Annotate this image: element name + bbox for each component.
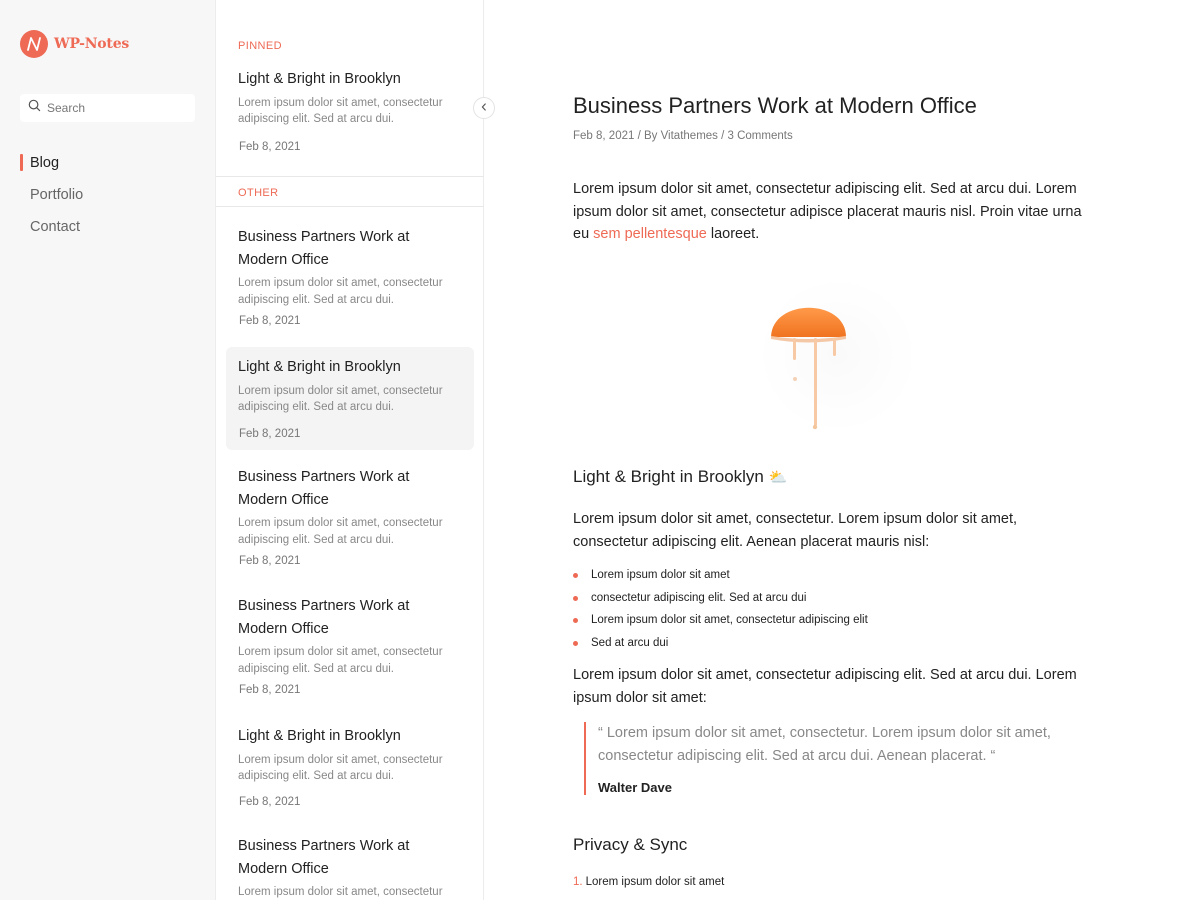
search-input[interactable]: [47, 101, 187, 115]
list-item-text: Lorem ipsum dolor sit amet: [585, 876, 725, 888]
list-item-date: Feb 8, 2021: [239, 141, 301, 153]
list-item[interactable]: Light & Bright in Brooklyn Lorem ipsum d…: [226, 68, 474, 168]
pinned-section-label: PINNED: [238, 40, 282, 52]
nav-item-blog[interactable]: Blog: [20, 152, 83, 184]
list-item[interactable]: Business Partners Work at Modern Office …: [226, 835, 474, 900]
nav-item-portfolio[interactable]: Portfolio: [20, 184, 83, 216]
list-number: 1.: [573, 876, 583, 888]
list-item: Lorem ipsum dolor sit amet: [573, 566, 868, 589]
list-item-excerpt: Lorem ipsum dolor sit amet, consectetur …: [238, 277, 443, 306]
list-item-title: Business Partners Work at Modern Office: [238, 469, 410, 508]
list-item-excerpt: Lorem ipsum dolor sit amet, consectetur …: [238, 384, 443, 414]
article-intro: Lorem ipsum dolor sit amet, consectetur …: [573, 178, 1083, 246]
list-item-excerpt: Lorem ipsum dolor sit amet, consectetur …: [238, 753, 443, 783]
sun-cloud-icon: ⛅: [768, 469, 788, 486]
list-item[interactable]: Business Partners Work at Modern Office …: [226, 466, 474, 581]
blockquote: “ Lorem ipsum dolor sit amet, consectetu…: [584, 722, 1074, 795]
list-item-title: Business Partners Work at Modern Office: [238, 229, 410, 268]
article-date: Feb 8, 2021: [573, 130, 635, 142]
quote-text: “ Lorem ipsum dolor sit amet, consectetu…: [598, 725, 1051, 764]
meta-separator: /: [717, 130, 728, 142]
list-item-date: Feb 8, 2021: [239, 555, 301, 567]
collapse-list-button[interactable]: [473, 97, 495, 119]
quote-author: Walter Dave: [598, 780, 672, 795]
list-item: Lorem ipsum dolor sit amet, consectetur …: [573, 611, 868, 634]
list-item: Sed at arcu dui: [573, 634, 868, 657]
list-item-date: Feb 8, 2021: [239, 796, 301, 808]
section-paragraph: Lorem ipsum dolor sit amet, consectetur …: [573, 667, 1077, 706]
intro-after: laoreet.: [706, 226, 760, 242]
section-heading: Light & Bright in Brooklyn ⛅: [573, 467, 787, 487]
brand-name: WP-Notes: [54, 36, 130, 52]
list-item-title: Business Partners Work at Modern Office: [238, 598, 410, 637]
logo-icon: [20, 30, 48, 58]
article-title: Business Partners Work at Modern Office: [573, 93, 977, 118]
list-item-excerpt: Lorem ipsum dolor sit amet, consectetur …: [238, 646, 443, 675]
sidebar: WP-Notes Blog Portfolio Contact: [0, 0, 216, 900]
list-item-excerpt: Lorem ipsum dolor sit amet, consectetur …: [238, 96, 443, 126]
ordered-list: 1. Lorem ipsum dolor sit amet: [573, 876, 724, 888]
chevron-left-icon: [479, 99, 489, 117]
nav-item-contact[interactable]: Contact: [20, 216, 83, 248]
list-item-title: Light & Bright in Brooklyn: [238, 728, 401, 744]
list-item[interactable]: Business Partners Work at Modern Office …: [226, 595, 474, 710]
list-item-excerpt: Lorem ipsum dolor sit amet, consectetur: [238, 886, 443, 898]
intro-link[interactable]: sem pellentesque: [593, 226, 707, 242]
list-item-selected[interactable]: Light & Bright in Brooklyn Lorem ipsum d…: [226, 347, 474, 450]
divider: [216, 176, 484, 177]
list-item-title: Light & Bright in Brooklyn: [238, 71, 401, 87]
list-item-title: Light & Bright in Brooklyn: [238, 359, 401, 375]
list-item-date: Feb 8, 2021: [239, 315, 301, 327]
divider: [216, 206, 484, 207]
article-meta: Feb 8, 2021 / By Vitathemes / 3 Comments: [573, 130, 793, 142]
search-box[interactable]: [20, 94, 195, 122]
section-heading-text: Light & Bright in Brooklyn: [573, 467, 764, 486]
section-paragraph: Lorem ipsum dolor sit amet, consectetur.…: [573, 511, 1018, 550]
meta-separator: / By: [634, 130, 661, 142]
list-item[interactable]: Light & Bright in Brooklyn Lorem ipsum d…: [226, 725, 474, 825]
section-heading: Privacy & Sync: [573, 835, 688, 854]
main-nav: Blog Portfolio Contact: [20, 152, 83, 248]
brand[interactable]: WP-Notes: [20, 30, 129, 58]
article-comments-link[interactable]: 3 Comments: [728, 130, 793, 142]
list-item: 1. Lorem ipsum dolor sit amet: [573, 876, 724, 888]
list-item-title: Business Partners Work at Modern Office: [238, 838, 410, 877]
list-item-date: Feb 8, 2021: [239, 684, 301, 696]
list-item-date: Feb 8, 2021: [239, 428, 301, 440]
notes-list: PINNED Light & Bright in Brooklyn Lorem …: [216, 0, 484, 900]
other-section-label: OTHER: [238, 187, 279, 199]
article-author-link[interactable]: Vitathemes: [661, 130, 718, 142]
bullet-list: Lorem ipsum dolor sit amet consectetur a…: [573, 566, 868, 656]
list-item[interactable]: Business Partners Work at Modern Office …: [226, 226, 474, 336]
list-item: consectetur adipiscing elit. Sed at arcu…: [573, 589, 868, 612]
list-item-excerpt: Lorem ipsum dolor sit amet, consectetur …: [238, 517, 443, 546]
search-icon: [28, 99, 41, 117]
orange-dripping-image: [753, 270, 938, 435]
